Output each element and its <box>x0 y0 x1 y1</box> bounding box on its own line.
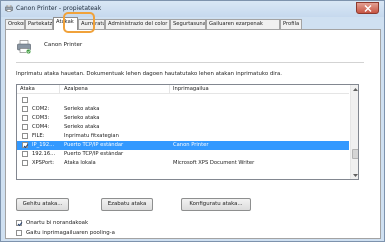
column-separator[interactable] <box>169 85 170 94</box>
tab-general[interactable]: Orokorra <box>5 19 25 29</box>
row-description: Serieko ataka <box>64 124 100 130</box>
delete-port-button[interactable]: Ezabatu ataka <box>101 198 153 211</box>
row-description: Puerto TCP/IP estándar <box>64 151 124 157</box>
check-icon <box>17 222 23 227</box>
row-printer: Canon Printer <box>173 142 209 148</box>
tab-sharing[interactable]: Partekatzea <box>25 19 53 29</box>
bidirectional-checkbox[interactable] <box>16 220 23 227</box>
properties-window: Canon Printer - propietateak Orokorra Pa… <box>0 0 385 242</box>
table-row[interactable] <box>17 96 349 105</box>
pooling-checkbox[interactable] <box>16 230 22 236</box>
table-row[interactable]: FILE: Inprimatu fitxategian <box>17 132 349 141</box>
pooling-label: Gaitu inprimagailuaren pooling-a <box>26 230 115 236</box>
table-row[interactable]: 192.16... Puerto TCP/IP estándar <box>17 150 349 159</box>
vertical-scrollbar[interactable] <box>350 85 358 179</box>
printer-icon <box>17 40 31 54</box>
row-port: COM4: <box>32 124 50 130</box>
row-description: Ataka lokala <box>64 160 96 166</box>
row-port: XPSPort: <box>32 160 55 166</box>
window-title: Canon Printer - propietateak <box>16 5 102 12</box>
column-header-description[interactable]: Azalpena <box>64 86 88 92</box>
row-port: COM3: <box>32 115 50 121</box>
scroll-down-button[interactable] <box>351 171 358 179</box>
row-description: Serieko ataka <box>64 115 100 121</box>
row-checkbox[interactable] <box>22 97 28 103</box>
tab-color-management[interactable]: Administrazio del color <box>105 19 170 29</box>
row-description: Serieko ataka <box>64 106 100 112</box>
column-separator[interactable] <box>59 85 60 94</box>
row-checkbox[interactable] <box>22 133 28 139</box>
divider <box>16 62 364 63</box>
check-icon <box>23 144 29 149</box>
table-row[interactable]: COM3: Serieko ataka <box>17 114 349 123</box>
close-icon <box>364 5 372 12</box>
row-port: COM2: <box>32 106 50 112</box>
row-checkbox[interactable] <box>22 115 28 121</box>
ports-panel: Canon Printer Inprimatu ataka hauetan. D… <box>5 29 381 239</box>
printer-small-icon <box>5 5 13 12</box>
table-row[interactable]: XPSPort: Ataka lokala Microsoft XPS Docu… <box>17 159 349 168</box>
row-checkbox[interactable] <box>22 124 28 130</box>
ports-description: Inprimatu ataka hauetan. Dokumentuak leh… <box>16 71 282 77</box>
tab-security[interactable]: Segurtasuna <box>170 19 206 29</box>
ports-table[interactable]: Ataka Azalpena Inprimagailua COM2: Serie… <box>16 84 359 180</box>
row-checkbox[interactable] <box>22 106 28 112</box>
table-row[interactable]: COM4: Serieko ataka <box>17 123 349 132</box>
title-bar[interactable]: Canon Printer - propietateak <box>1 1 384 17</box>
chevron-down-icon <box>353 173 358 177</box>
column-header-printer[interactable]: Inprimagailua <box>173 86 209 92</box>
row-checkbox[interactable] <box>22 151 28 157</box>
scroll-up-button[interactable] <box>351 85 358 93</box>
close-button[interactable] <box>356 2 379 14</box>
row-port: FILE: <box>32 133 45 139</box>
row-checkbox[interactable] <box>22 160 28 166</box>
tab-ports[interactable]: Atakak <box>53 17 78 30</box>
table-row-selected[interactable]: IP_192... Puerto TCP/IP estándar Canon P… <box>17 141 349 150</box>
add-port-button[interactable]: Gehitu ataka... <box>16 198 69 211</box>
row-printer: Microsoft XPS Document Writer <box>173 160 255 166</box>
row-description: Inprimatu fitxategian <box>64 133 119 139</box>
table-row[interactable]: COM2: Serieko ataka <box>17 105 349 114</box>
table-rows: COM2: Serieko ataka COM3: Serieko ataka … <box>17 96 349 168</box>
configure-port-button[interactable]: Konfiguratu ataka... <box>181 198 251 211</box>
row-port: 192.16... <box>32 151 56 157</box>
tab-strip: Orokorra Partekatzea Atakak Aurreratua A… <box>5 17 381 30</box>
tab-advanced[interactable]: Aurreratua <box>78 19 105 29</box>
bidirectional-label: Onartu bi norandakoak <box>26 220 89 226</box>
row-port: IP_192... <box>32 142 55 148</box>
tab-profile[interactable]: Profila <box>280 19 302 29</box>
chevron-up-icon <box>353 87 358 91</box>
column-header-port[interactable]: Ataka <box>20 86 35 92</box>
row-checkbox-checked[interactable] <box>22 142 29 149</box>
table-header: Ataka Azalpena Inprimagailua <box>17 85 349 94</box>
scroll-thumb[interactable] <box>352 149 358 159</box>
printer-name: Canon Printer <box>44 42 83 48</box>
tab-device-settings[interactable]: Gailuaren ezarpenak <box>206 19 280 29</box>
row-description: Puerto TCP/IP estándar <box>64 142 124 148</box>
